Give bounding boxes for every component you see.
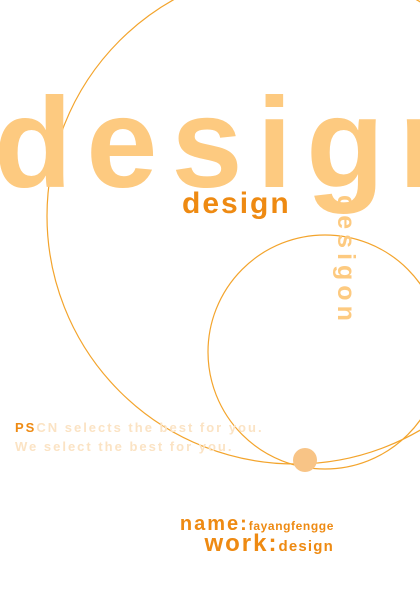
subheadline-text: design [182, 187, 291, 220]
work-value: design [278, 538, 334, 555]
tagline-line-2: We select the best for you. [15, 439, 234, 454]
work-label: work: [204, 530, 279, 557]
tagline-line-1-rest: CN selects the best for you. [36, 420, 264, 435]
poster: design design desigon PSCN selects the b… [0, 0, 420, 600]
vertical-word: desigon [332, 195, 360, 326]
tagline-prefix: PS [15, 420, 37, 435]
name-row: name:fayangfengge [0, 514, 334, 534]
tagline-line-1: PSCN selects the best for you. [15, 421, 264, 434]
accent-dot [293, 448, 317, 472]
work-row: work:design [0, 532, 334, 556]
